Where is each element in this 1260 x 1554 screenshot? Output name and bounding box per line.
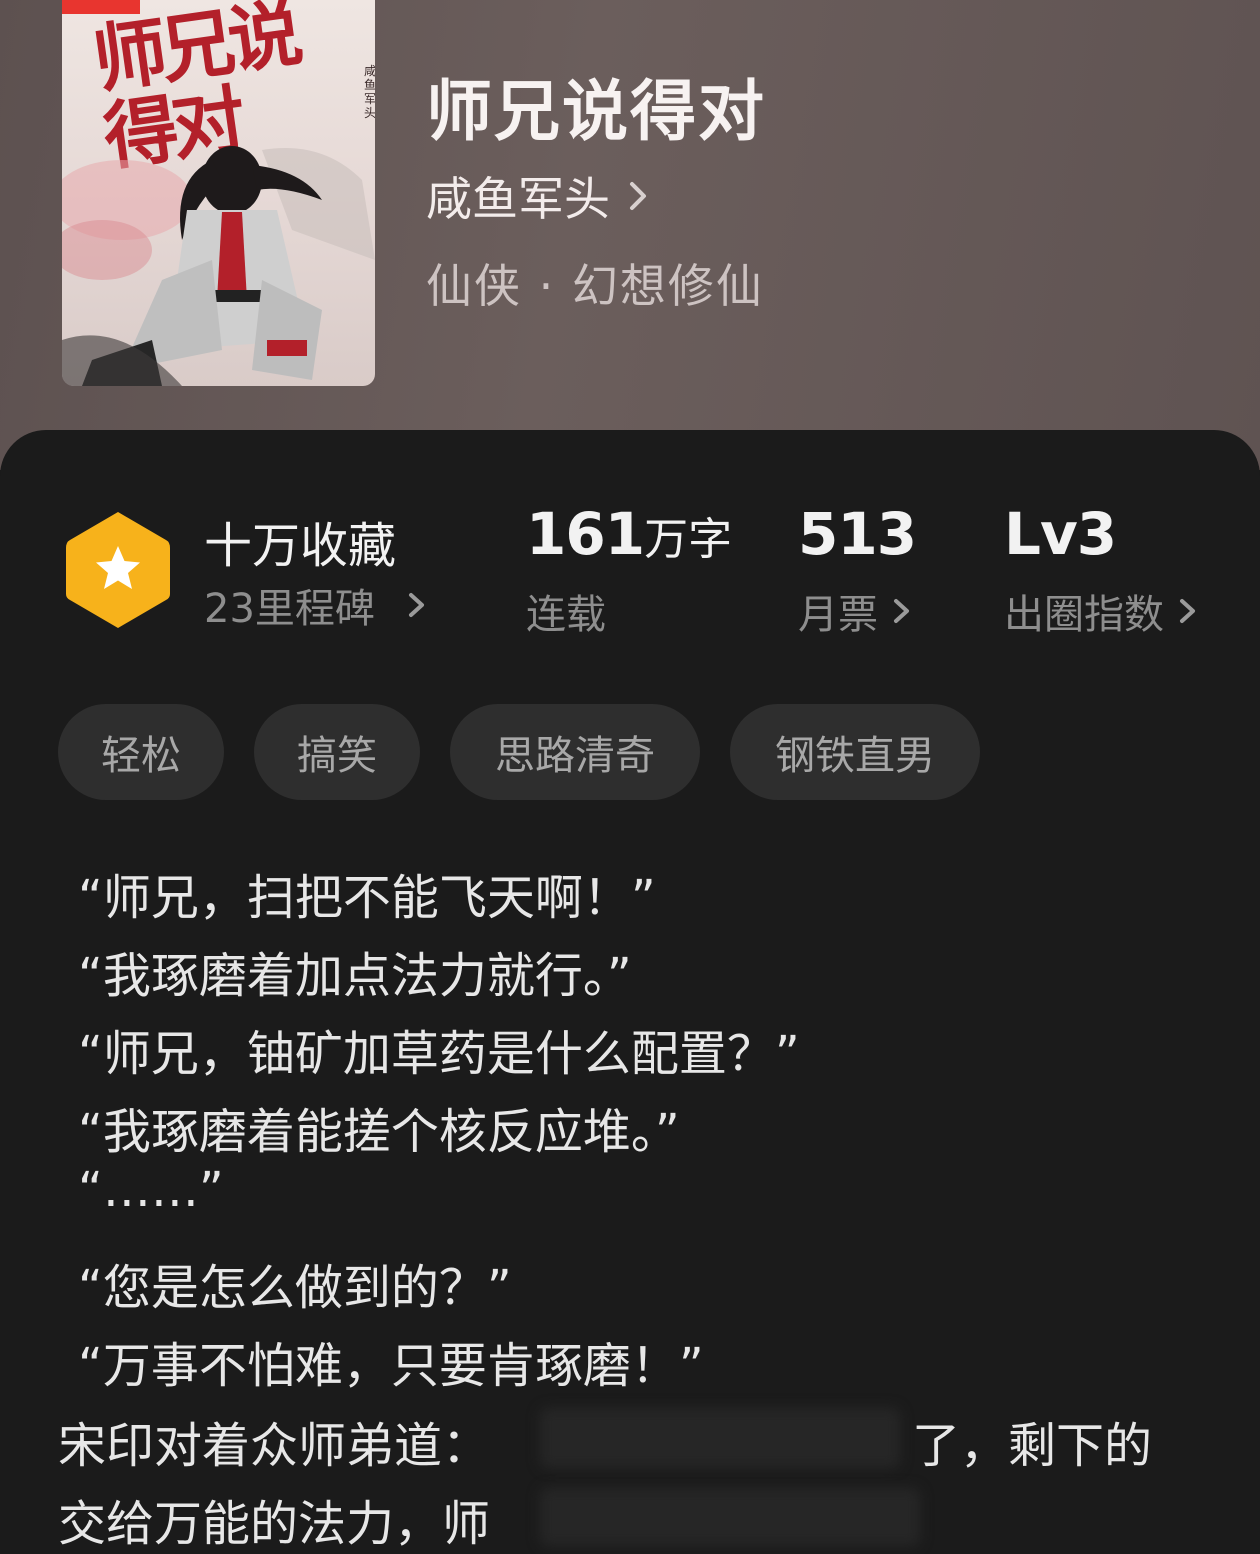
star-hexagon-icon bbox=[66, 512, 170, 628]
book-genre: 仙侠 · 幻想修仙 bbox=[426, 259, 764, 313]
tag-chip[interactable]: 思路清奇 bbox=[450, 704, 700, 800]
book-header: 师兄说 得对 咸鱼军头 师兄说得对 咸鱼军头 仙侠 · 幻想修仙 bbox=[0, 0, 1260, 470]
cover-illustration bbox=[62, 146, 375, 386]
blurred-text bbox=[540, 1408, 900, 1468]
chevron-right-icon bbox=[894, 599, 909, 623]
monthly-tickets-label: 月票 bbox=[798, 592, 878, 638]
author-link[interactable]: 咸鱼军头 bbox=[426, 168, 654, 226]
popularity-label: 出圈指数 bbox=[1004, 592, 1164, 638]
chevron-right-icon bbox=[408, 593, 424, 617]
words-unit: 万字 bbox=[644, 514, 733, 565]
chevron-right-icon bbox=[1180, 599, 1195, 623]
cover-badge bbox=[62, 0, 140, 14]
chevron-right-icon bbox=[630, 182, 646, 210]
author-name: 咸鱼军头 bbox=[426, 172, 610, 226]
tag-chip[interactable]: 钢铁直男 bbox=[730, 704, 980, 800]
stat-collection[interactable]: 十万收藏 23里程碑 bbox=[62, 506, 442, 636]
synopsis-line: “我琢磨着能搓个核反应堆。” bbox=[78, 1104, 680, 1160]
synopsis-line: “师兄，铀矿加草药是什么配置？” bbox=[78, 1026, 800, 1082]
synopsis-line: “师兄，扫把不能飞天啊！” bbox=[78, 870, 656, 926]
words-value: 161 bbox=[526, 500, 645, 568]
monthly-tickets-value: 513 bbox=[798, 500, 917, 568]
popularity-value: Lv3 bbox=[1004, 500, 1117, 568]
stat-words: 161万字 连载 bbox=[526, 500, 746, 640]
synopsis-line: “……” bbox=[78, 1162, 224, 1218]
tag-chip[interactable]: 搞笑 bbox=[254, 704, 420, 800]
book-title: 师兄说得对 bbox=[426, 73, 766, 150]
synopsis-line: “您是怎么做到的？” bbox=[78, 1260, 512, 1316]
collection-title: 十万收藏 bbox=[204, 518, 397, 574]
book-cover[interactable]: 师兄说 得对 咸鱼军头 bbox=[62, 0, 375, 386]
synopsis-line: “万事不怕难，只要肯琢磨！” bbox=[78, 1338, 704, 1394]
tag-chip[interactable]: 轻松 bbox=[58, 704, 224, 800]
stat-popularity[interactable]: Lv3 出圈指数 bbox=[1004, 500, 1234, 640]
words-label: 连载 bbox=[526, 592, 606, 638]
blurred-text bbox=[540, 1488, 920, 1546]
cover-author-vertical: 咸鱼军头 bbox=[364, 64, 375, 120]
collection-subtitle: 23里程碑 bbox=[204, 576, 429, 634]
synopsis-para-end: 了，剩下的 bbox=[912, 1418, 1153, 1474]
stat-monthly-tickets[interactable]: 513 月票 bbox=[798, 500, 958, 640]
synopsis-line: “我琢磨着加点法力就行。” bbox=[78, 948, 632, 1004]
tag-list: 轻松 搞笑 思路清奇 钢铁直男 bbox=[58, 704, 1010, 800]
collection-milestone: 23里程碑 bbox=[204, 586, 375, 632]
